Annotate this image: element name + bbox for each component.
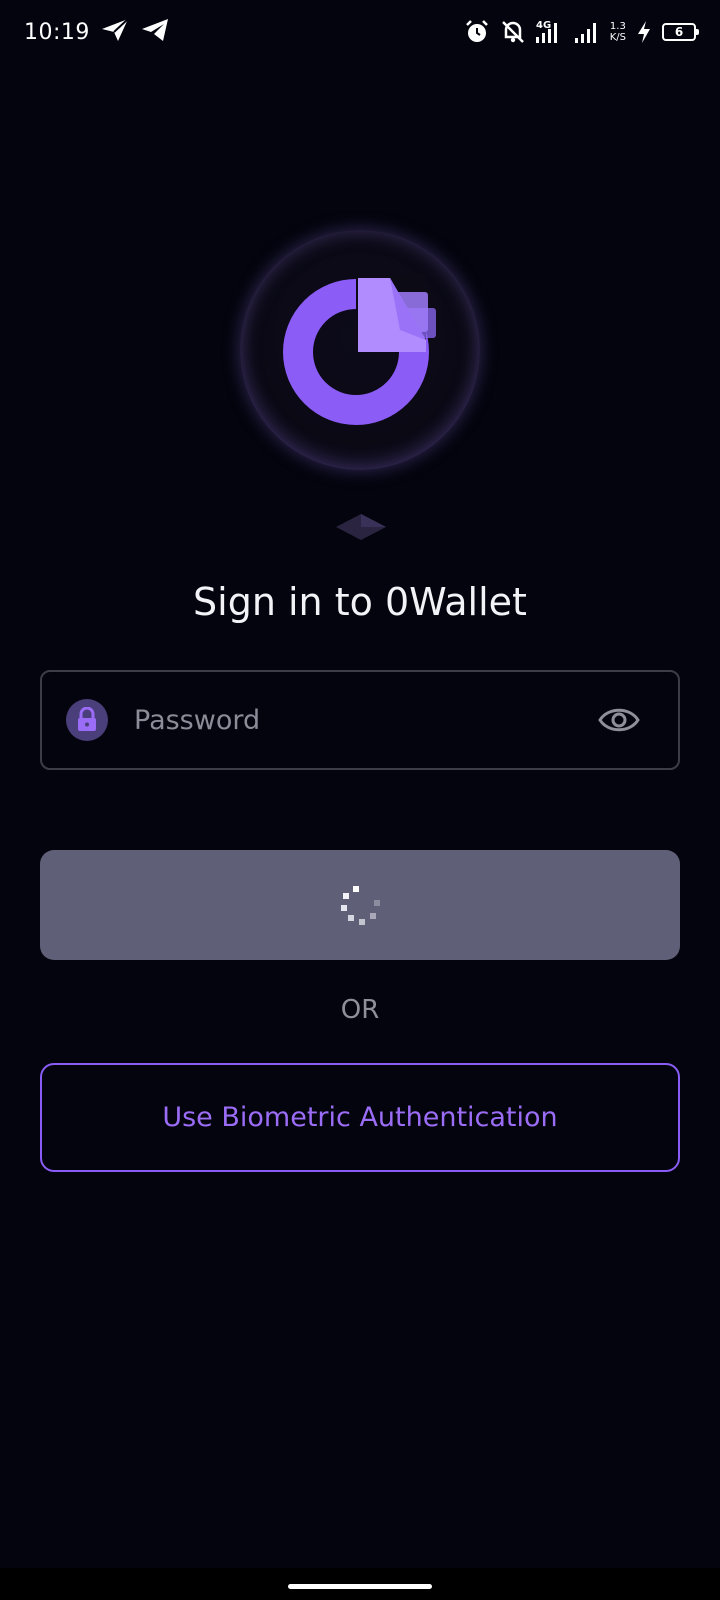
- app-logo: [240, 230, 480, 470]
- wallet-logo-icon: [283, 274, 436, 425]
- signal-4g-icon: 4G: [535, 19, 564, 45]
- sign-in-button[interactable]: [40, 850, 680, 960]
- page-title: Sign in to 0Wallet: [193, 580, 527, 624]
- password-field[interactable]: [40, 670, 680, 770]
- alarm-icon: [464, 19, 490, 45]
- sign-in-screen: 10:19 4G 1.3 K/S 6 Sign in to 0Wallet OR…: [0, 0, 720, 1600]
- status-time: 10:19: [24, 19, 90, 45]
- eye-icon: [598, 708, 640, 732]
- status-left: 10:19: [24, 17, 170, 47]
- password-input[interactable]: [134, 704, 594, 736]
- telegram-send-icon: [100, 17, 130, 47]
- or-divider-label: OR: [340, 995, 380, 1025]
- network-speed: 1.3 K/S: [610, 21, 626, 43]
- network-speed-unit: K/S: [609, 32, 626, 43]
- status-right: 4G 1.3 K/S 6: [464, 19, 699, 45]
- toggle-password-visibility-button[interactable]: [594, 695, 644, 745]
- charging-icon: [636, 20, 652, 44]
- logo-reflection-icon: [334, 512, 388, 546]
- loading-spinner-icon: [341, 886, 380, 925]
- notifications-off-icon: [500, 19, 526, 45]
- battery-indicator: 6: [662, 23, 699, 41]
- home-indicator[interactable]: [288, 1584, 432, 1589]
- lock-icon: [66, 699, 108, 741]
- biometric-auth-button[interactable]: Use Biometric Authentication: [40, 1063, 680, 1172]
- signal-icon: [574, 19, 600, 45]
- status-bar: 10:19 4G 1.3 K/S 6: [0, 0, 720, 64]
- telegram-icon: [140, 17, 170, 47]
- network-speed-value: 1.3: [609, 21, 626, 32]
